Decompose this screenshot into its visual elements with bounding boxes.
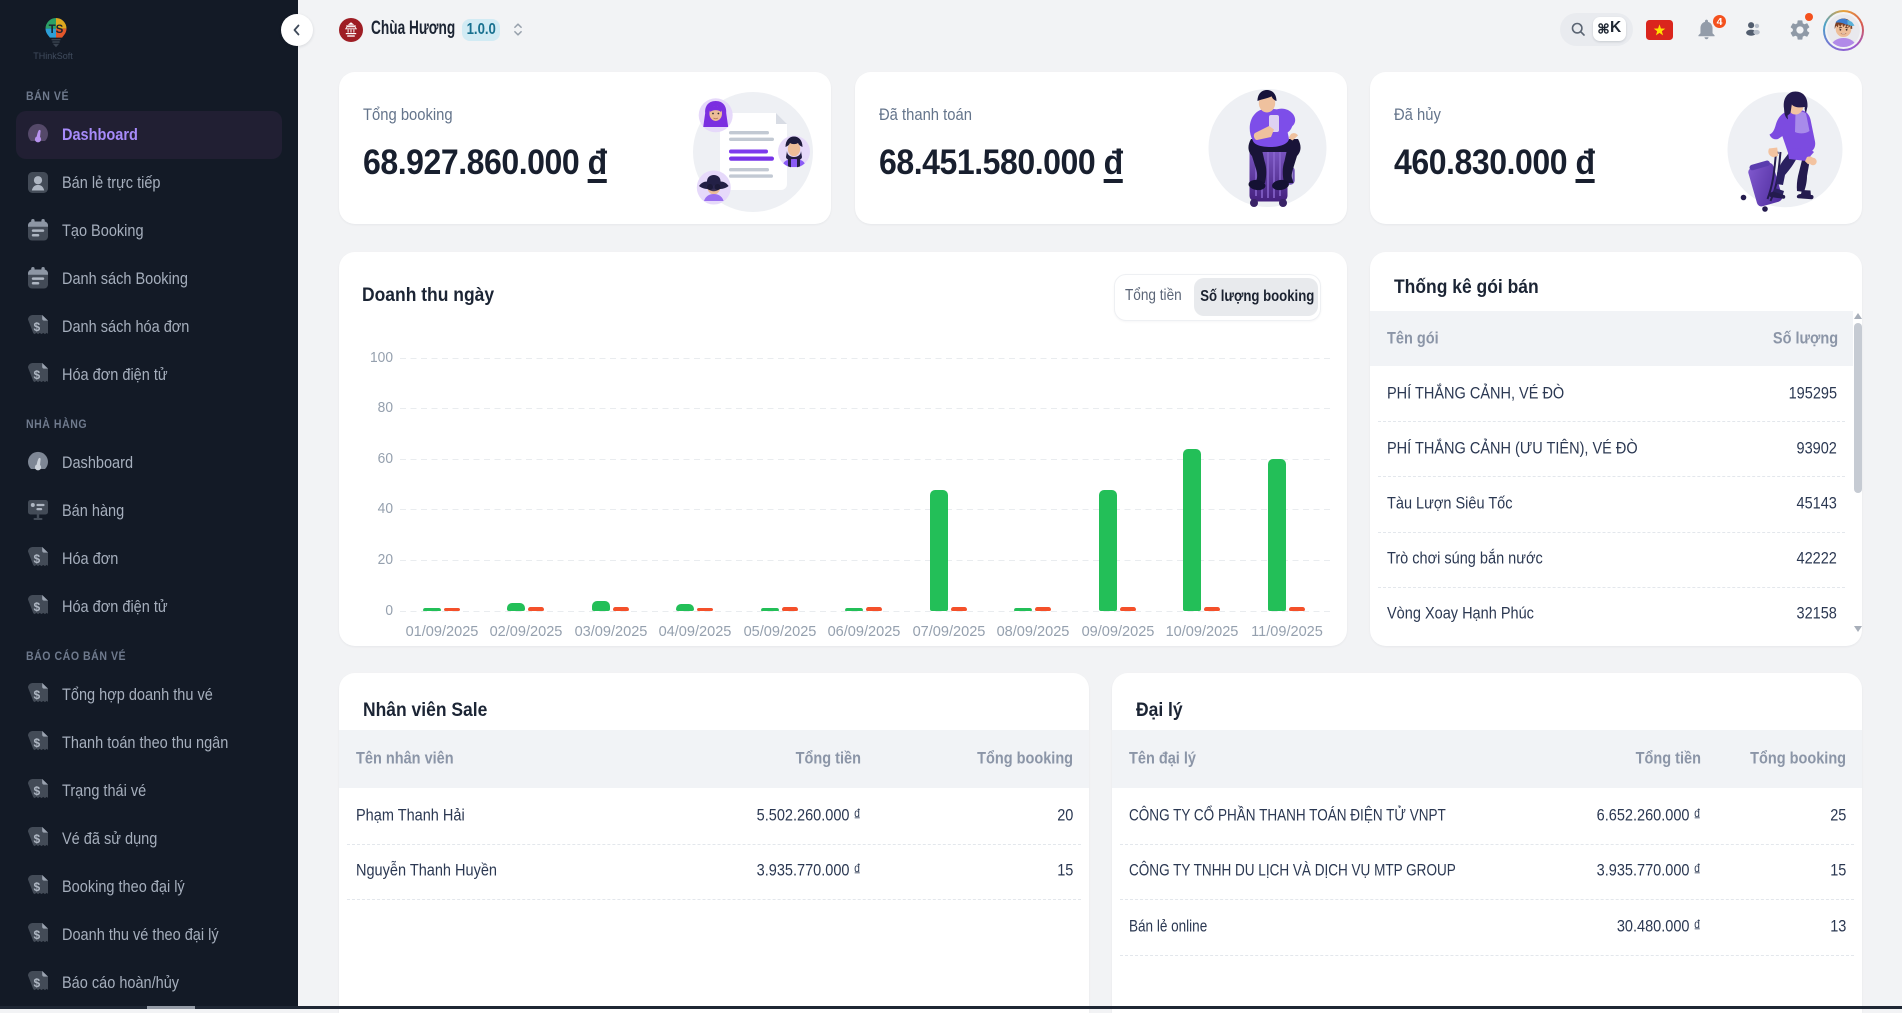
svg-text:$: $ bbox=[33, 832, 40, 846]
svg-text:$: $ bbox=[33, 736, 40, 750]
svg-text:$: $ bbox=[33, 600, 40, 614]
svg-text:$: $ bbox=[33, 928, 40, 942]
svg-text:$: $ bbox=[33, 880, 40, 894]
svg-text:$: $ bbox=[33, 320, 40, 334]
svg-text:$: $ bbox=[33, 784, 40, 798]
svg-text:TS: TS bbox=[49, 24, 64, 36]
svg-text:$: $ bbox=[33, 552, 40, 566]
svg-text:$: $ bbox=[33, 368, 40, 382]
svg-text:$: $ bbox=[33, 976, 40, 990]
svg-text:$: $ bbox=[33, 688, 40, 702]
